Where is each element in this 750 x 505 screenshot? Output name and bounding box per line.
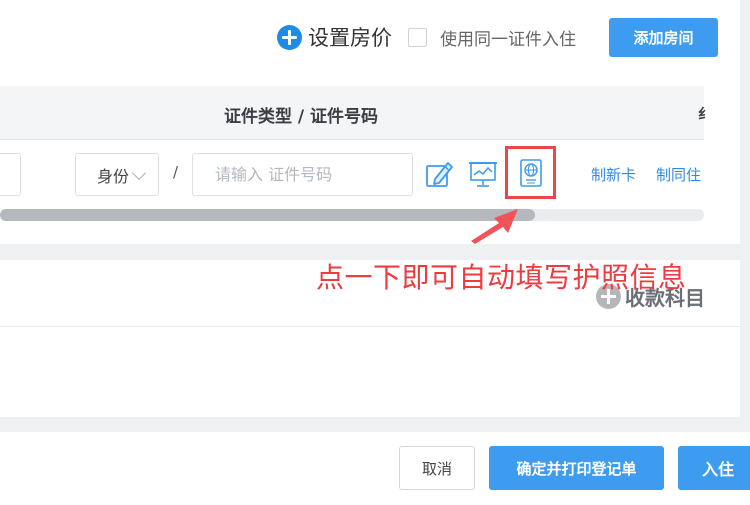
set-price-label: 设置房价: [308, 26, 392, 50]
id-separator: /: [173, 163, 179, 181]
guest-name-input[interactable]: [0, 153, 21, 196]
next-column-title: 纟: [698, 107, 712, 123]
id-type-value: 身份: [97, 166, 130, 186]
annotation-arrow-icon: [471, 209, 518, 244]
cancel-button[interactable]: 取消: [399, 446, 475, 490]
divider: [0, 326, 740, 327]
screen-reader-icon[interactable]: [468, 159, 498, 189]
page: 设置房价 使用同一证件入住 添加房间 证件类型 / 证件号码 纟 身份 / 请输…: [0, 0, 750, 505]
footer-bar: 取消 确定并打印登记单 入住: [0, 432, 750, 505]
passport-icon[interactable]: [516, 158, 546, 188]
confirm-print-button[interactable]: 确定并打印登记单: [489, 446, 664, 490]
id-number-input[interactable]: [192, 153, 413, 196]
room-panel: 设置房价 使用同一证件入住 添加房间 证件类型 / 证件号码 纟 身份 / 请输…: [0, 0, 740, 244]
passport-highlight: [505, 146, 556, 199]
scrollbar-thumb[interactable]: [0, 209, 535, 221]
same-id-label: 使用同一证件入住: [440, 29, 576, 50]
same-id-checkbox[interactable]: [408, 27, 427, 47]
plus-circle-icon: [277, 24, 302, 50]
edit-icon[interactable]: [424, 159, 454, 189]
horizontal-scrollbar[interactable]: [0, 209, 704, 221]
table-header: 证件类型 / 证件号码 纟: [0, 86, 712, 140]
same-id-option[interactable]: 使用同一证件入住: [408, 25, 576, 50]
set-price-button[interactable]: 设置房价: [277, 22, 392, 52]
make-new-card-link[interactable]: 制新卡: [591, 164, 636, 185]
id-type-select[interactable]: 身份: [75, 153, 159, 196]
chevron-down-icon: [131, 165, 147, 181]
annotation-text: 点一下即可自动填写护照信息: [316, 261, 687, 294]
checkin-button[interactable]: 入住: [678, 446, 750, 490]
add-room-button[interactable]: 添加房间: [609, 18, 718, 57]
id-column-title: 证件类型 / 证件号码: [224, 107, 379, 127]
make-same-stay-link[interactable]: 制同住: [656, 164, 701, 185]
